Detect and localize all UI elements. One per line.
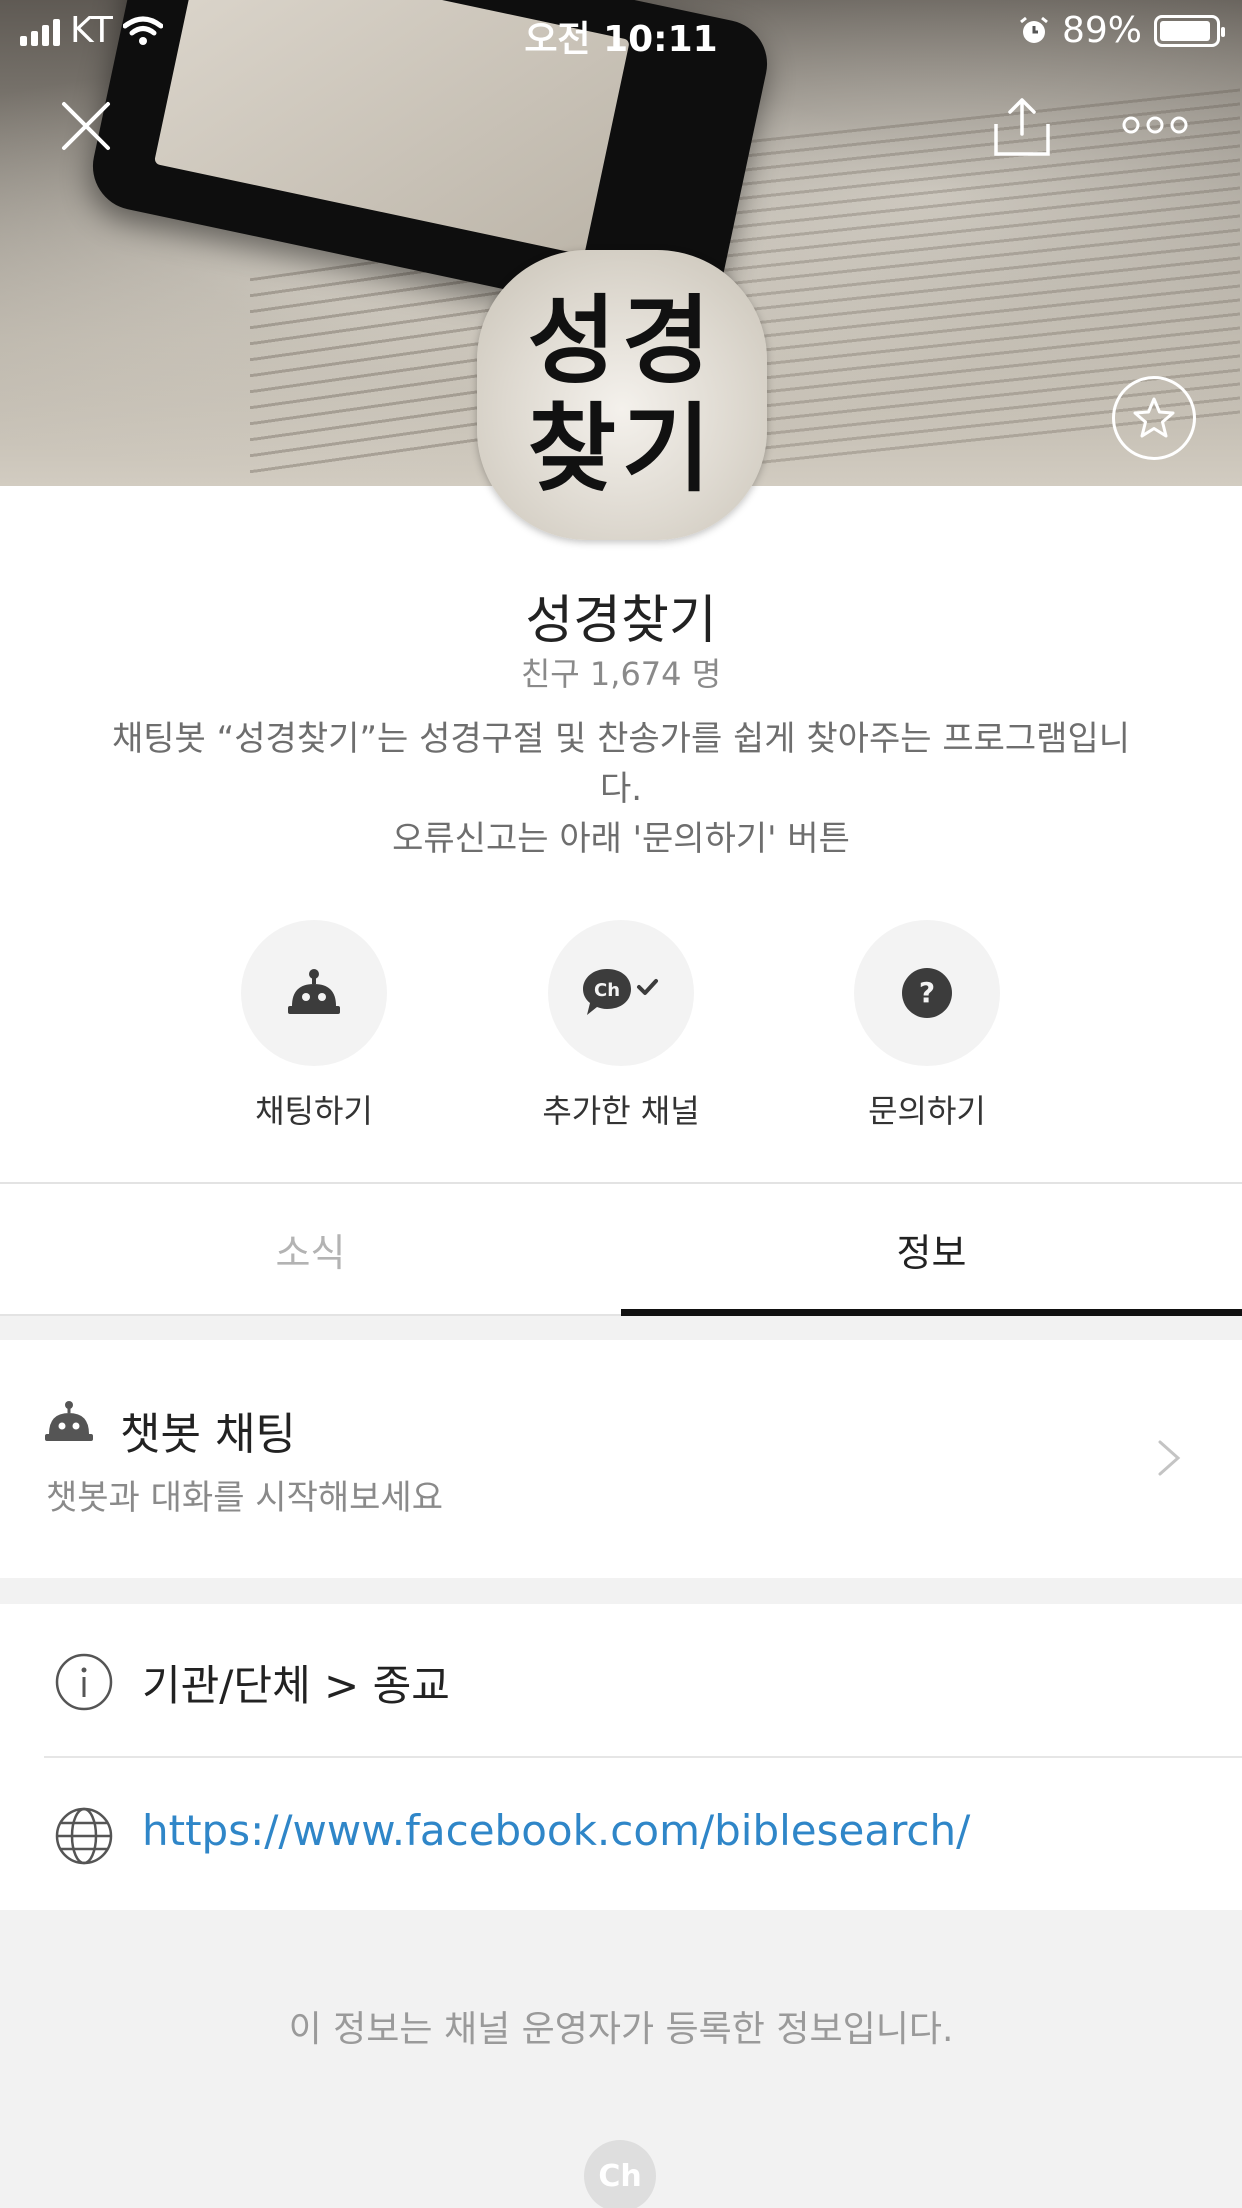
- chatbot-subtitle: 챗봇과 대화를 시작해보세요: [46, 1478, 443, 1518]
- profile-description: 채팅봇 “성경찾기”는 성경구절 및 찬송가를 쉽게 찾아주는 프로그램입니다.…: [110, 714, 1132, 864]
- avatar-text-line2: 찾기: [527, 393, 717, 505]
- more-button[interactable]: [1122, 112, 1188, 138]
- alarm-icon: [1020, 16, 1048, 43]
- status-right: 89%: [1018, 10, 1225, 51]
- chat-action-circle[interactable]: [241, 920, 387, 1066]
- action-buttons: 채팅하기 Ch 추가한 채널 ? 문의하기: [0, 920, 1242, 1140]
- star-icon: [1133, 397, 1175, 438]
- inquiry-action-label: 문의하기: [868, 1092, 986, 1130]
- status-bar: KT 오전 10:11 89%: [0, 0, 1242, 62]
- robot-icon: [288, 969, 340, 1014]
- website-link[interactable]: https://www.facebook.com/biblesearch/: [142, 1806, 970, 1855]
- svg-text:?: ?: [919, 976, 935, 1009]
- tab-active-indicator: [621, 1309, 1242, 1316]
- favorite-button[interactable]: [1112, 376, 1196, 460]
- profile-section: 성경찾기 친구 1,674 명 채팅봇 “성경찾기”는 성경구절 및 찬송가를 …: [0, 486, 1242, 1182]
- globe-icon: [55, 1807, 113, 1865]
- added-channel-circle[interactable]: Ch: [548, 920, 694, 1066]
- website-link-wrap: https://www.facebook.com/biblesearch/: [142, 1806, 970, 1855]
- friend-count: 친구 1,674 명: [520, 655, 722, 693]
- profile-avatar: 성경 찾기: [477, 250, 767, 540]
- channel-logo: Ch: [584, 2140, 656, 2208]
- inquiry-action[interactable]: ? 문의하기: [807, 920, 1047, 1132]
- added-channel-label: 추가한 채널: [542, 1092, 700, 1130]
- battery-percent: 89%: [1061, 10, 1142, 51]
- tab-info[interactable]: 정보: [621, 1184, 1242, 1314]
- info-list: 기관/단체 > 종교 https://www.facebook.com/bibl…: [0, 1604, 1242, 1910]
- footer-note: 이 정보는 채널 운영자가 등록한 정보입니다.: [288, 2009, 954, 2050]
- share-icon: [994, 98, 1050, 156]
- inquiry-action-circle[interactable]: ?: [854, 920, 1000, 1066]
- more-icon: [1122, 116, 1188, 134]
- svg-text:Ch: Ch: [594, 980, 620, 1001]
- share-button[interactable]: [992, 96, 1052, 158]
- chevron-right-icon: [1158, 1440, 1181, 1476]
- channel-added-icon: Ch: [583, 969, 658, 1015]
- chat-action[interactable]: 채팅하기: [194, 920, 434, 1132]
- category-text: 기관/단체 > 종교: [142, 1661, 450, 1710]
- description-line1: 채팅봇 “성경찾기”는 성경구절 및 찬송가를 쉽게 찾아주는 프로그램입니다.: [112, 719, 1130, 809]
- chatbot-chat-row[interactable]: 챗봇 채팅 챗봇과 대화를 시작해보세요: [0, 1340, 1242, 1578]
- category-row: 기관/단체 > 종교: [0, 1604, 1242, 1756]
- avatar-text-line1: 성경: [527, 285, 717, 397]
- chatbot-title: 챗봇 채팅: [120, 1409, 296, 1460]
- profile-name: 성경찾기: [525, 591, 717, 651]
- robot-icon: [45, 1401, 93, 1441]
- question-icon: ?: [902, 968, 952, 1018]
- description-line2: 오류신고는 아래 '문의하기' 버튼: [392, 819, 850, 859]
- info-icon: [55, 1653, 113, 1711]
- battery-icon: [1154, 14, 1225, 47]
- tab-bar: 소식 정보: [0, 1182, 1242, 1316]
- chat-action-label: 채팅하기: [255, 1092, 373, 1130]
- tab-news[interactable]: 소식: [0, 1184, 621, 1314]
- website-row[interactable]: https://www.facebook.com/biblesearch/: [0, 1758, 1242, 1910]
- added-channel-action[interactable]: Ch 추가한 채널: [501, 920, 741, 1132]
- close-button[interactable]: [58, 98, 114, 154]
- close-icon: [62, 102, 110, 150]
